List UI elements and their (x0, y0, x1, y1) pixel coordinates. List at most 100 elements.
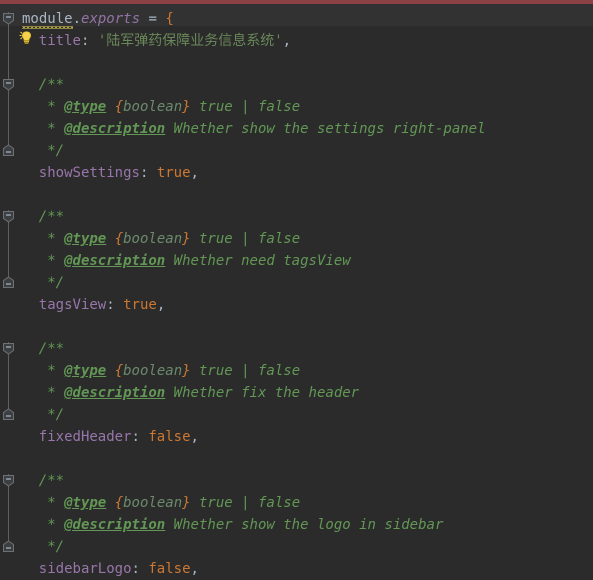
code-line[interactable]: * @type {boolean} true | false (39, 360, 300, 382)
code-token: * (38, 517, 65, 533)
code-token: , (190, 165, 199, 181)
code-line[interactable]: /** (39, 470, 64, 492)
code-line[interactable]: * @description Whether need tagsView (39, 250, 351, 272)
code-line[interactable]: /** (39, 206, 64, 228)
code-token: : (80, 33, 98, 49)
code-token: @type (64, 231, 107, 247)
code-line[interactable]: fixedHeader: false, (39, 426, 199, 448)
code-line[interactable]: * @description Whether fix the header (39, 382, 359, 404)
code-token: @type (64, 99, 107, 115)
code-token: = (140, 11, 166, 27)
code-line[interactable]: * @type {boolean} true | false (39, 96, 300, 118)
code-token: } (182, 231, 191, 247)
code-token: Whether show the settings right-panel (165, 121, 486, 137)
code-line[interactable]: title: '陆军弹药保障业务信息系统', (39, 30, 291, 52)
code-token: , (282, 33, 292, 49)
code-token: */ (38, 407, 65, 423)
code-token: fixedHeader (38, 429, 132, 445)
code-token: : (131, 561, 149, 577)
lightbulb-icon[interactable] (19, 30, 34, 45)
code-token: */ (38, 143, 65, 159)
code-token: * (38, 385, 65, 401)
code-token: * (38, 231, 65, 247)
code-token: @description (64, 253, 166, 269)
code-token: /** (38, 209, 65, 225)
code-token: boolean (123, 495, 183, 511)
folding-gutter[interactable] (0, 4, 18, 580)
code-token: * (38, 99, 65, 115)
code-token: true | false (190, 231, 301, 247)
code-line[interactable]: * @description Whether show the settings… (38, 118, 486, 140)
code-token: true | false (190, 495, 301, 511)
code-token: boolean (123, 99, 183, 115)
fold-collapse-end-icon[interactable] (2, 144, 15, 157)
code-token: : (131, 429, 149, 445)
code-token: { (114, 231, 124, 247)
code-token: false (148, 561, 191, 577)
code-token: true (156, 165, 191, 181)
code-token: . (72, 11, 82, 27)
code-token: @description (64, 517, 166, 533)
code-token: { (114, 363, 124, 379)
code-token: Whether need tagsView (165, 253, 351, 269)
code-line[interactable]: /** (39, 338, 64, 360)
code-line[interactable]: */ (39, 272, 64, 294)
code-token: */ (38, 539, 65, 555)
fold-collapse-end-icon[interactable] (2, 276, 15, 289)
code-token: Whether fix the header (165, 385, 360, 401)
code-token: sidebarLogo (38, 561, 132, 577)
code-line[interactable]: /** (39, 74, 64, 96)
fold-collapse-end-icon[interactable] (2, 540, 15, 553)
code-token: /** (38, 77, 65, 93)
code-token: } (182, 495, 191, 511)
code-token: boolean (123, 363, 183, 379)
code-token: true | false (190, 99, 301, 115)
code-token: * (38, 121, 65, 137)
code-token: '陆军弹药保障业务信息系统' (97, 33, 283, 49)
code-token: /** (38, 341, 65, 357)
code-token: { (165, 11, 174, 27)
code-line[interactable]: * @type {boolean} true | false (39, 228, 300, 250)
code-token: */ (38, 275, 65, 291)
code-token: } (182, 363, 191, 379)
code-token: tagsView (38, 297, 107, 313)
code-token: Whether show the logo in sidebar (165, 517, 444, 533)
fold-collapse-start-icon[interactable] (2, 78, 15, 91)
code-editor-surface[interactable]: module.exports = {title: '陆军弹药保障业务信息系统',… (0, 4, 593, 580)
code-line[interactable]: * @description Whether show the logo in … (38, 514, 444, 536)
code-token: /** (38, 473, 65, 489)
code-line[interactable]: sidebarLogo: false, (39, 558, 199, 580)
code-token: , (156, 297, 166, 313)
code-token: @type (64, 363, 107, 379)
code-token: showSettings (38, 165, 140, 181)
code-token: true (123, 297, 157, 313)
code-token: { (114, 99, 124, 115)
code-line[interactable]: */ (39, 404, 64, 426)
code-token: } (182, 99, 191, 115)
code-token: { (114, 495, 124, 511)
code-token: @description (64, 121, 166, 137)
fold-collapse-end-icon[interactable] (2, 408, 15, 421)
fold-collapse-start-icon[interactable] (2, 342, 15, 355)
code-line[interactable]: module.exports = { (22, 8, 174, 30)
code-token: * (38, 363, 65, 379)
fold-collapse-start-icon[interactable] (2, 210, 15, 223)
code-line[interactable]: tagsView: true, (39, 294, 165, 316)
code-token: boolean (123, 231, 183, 247)
code-token: , (190, 561, 199, 577)
code-line[interactable]: * @type {boolean} true | false (39, 492, 300, 514)
fold-collapse-start-icon[interactable] (2, 12, 15, 25)
code-token: : (139, 165, 157, 181)
code-token: true | false (190, 363, 301, 379)
code-token: @description (64, 385, 166, 401)
code-line[interactable]: */ (39, 140, 64, 162)
code-token: title (38, 33, 81, 49)
fold-collapse-start-icon[interactable] (2, 474, 15, 487)
code-line[interactable]: */ (39, 536, 64, 558)
code-token: exports (81, 11, 141, 27)
code-line[interactable]: showSettings: true, (39, 162, 199, 184)
code-token: @type (64, 495, 107, 511)
